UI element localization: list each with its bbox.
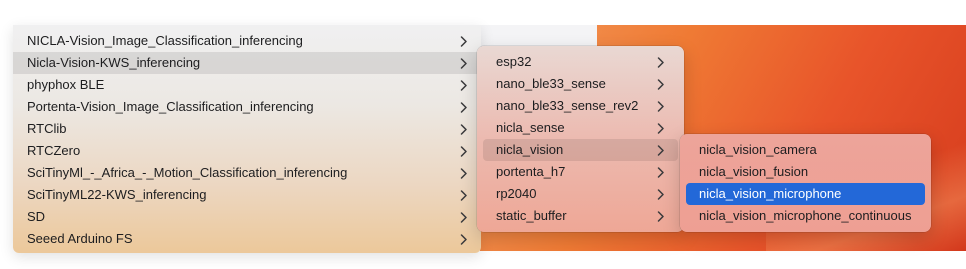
- menu-item[interactable]: NICLA-Vision_Image_Classification_infere…: [13, 30, 481, 52]
- chevron-right-icon: [657, 117, 664, 139]
- menu-item-label: nicla_vision_camera: [699, 142, 817, 157]
- menu-item-label: portenta_h7: [496, 164, 566, 179]
- menu-item-label: nicla_vision_fusion: [699, 164, 809, 179]
- example-submenu: nicla_vision_camera nicla_vision_fusion …: [680, 134, 931, 232]
- chevron-right-icon: [460, 162, 467, 184]
- chevron-right-icon: [657, 205, 664, 227]
- chevron-right-icon: [657, 73, 664, 95]
- chevron-right-icon: [657, 95, 664, 117]
- menu-item-label: nano_ble33_sense_rev2: [496, 98, 639, 113]
- chevron-right-icon: [460, 74, 467, 96]
- menu-item-label: SciTinyML22-KWS_inferencing: [27, 187, 207, 202]
- menu-item-label: Nicla-Vision-KWS_inferencing: [27, 55, 201, 70]
- menu-item-nicla-vision-microphone[interactable]: nicla_vision_microphone: [686, 183, 925, 205]
- chevron-right-icon: [657, 139, 664, 161]
- chevron-right-icon: [657, 51, 664, 73]
- menu-item-label: nicla_vision_microphone: [699, 186, 842, 201]
- menu-item[interactable]: static_buffer: [483, 205, 678, 227]
- menu-item[interactable]: phyphox BLE: [13, 74, 481, 96]
- menu-item-nicla-vision-kws[interactable]: Nicla-Vision-KWS_inferencing: [13, 52, 481, 74]
- menu-item[interactable]: esp32: [483, 51, 678, 73]
- chevron-right-icon: [460, 96, 467, 118]
- menu-item-label: Seeed Arduino FS: [27, 231, 133, 246]
- board-submenu: esp32 nano_ble33_sense nano_ble33_sense_…: [477, 46, 684, 232]
- menu-item-label: RTCZero: [27, 143, 81, 158]
- menu-item-label: esp32: [496, 54, 532, 69]
- menu-item-label: nicla_sense: [496, 120, 565, 135]
- menu-item[interactable]: Portenta-Vision_Image_Classification_inf…: [13, 96, 481, 118]
- menu-item[interactable]: nano_ble33_sense: [483, 73, 678, 95]
- menu-item-label: rp2040: [496, 186, 537, 201]
- menu-item-label: Portenta-Vision_Image_Classification_inf…: [27, 99, 314, 114]
- examples-library-menu: NICLA-Vision_Image_Classification_infere…: [13, 25, 481, 253]
- menu-item-label: nano_ble33_sense: [496, 76, 606, 91]
- chevron-right-icon: [460, 30, 467, 52]
- menu-item[interactable]: SD: [13, 206, 481, 228]
- menu-item[interactable]: rp2040: [483, 183, 678, 205]
- chevron-right-icon: [460, 184, 467, 206]
- menu-item-label: SciTinyMl_-_Africa_-_Motion_Classificati…: [27, 165, 348, 180]
- chevron-right-icon: [460, 140, 467, 162]
- menu-item[interactable]: nano_ble33_sense_rev2: [483, 95, 678, 117]
- menu-item-label: RTClib: [27, 121, 67, 136]
- menu-item-label: static_buffer: [496, 208, 567, 223]
- chevron-right-icon: [657, 161, 664, 183]
- menu-item-nicla-vision-camera[interactable]: nicla_vision_camera: [686, 139, 925, 161]
- menu-item-nicla-vision-fusion[interactable]: nicla_vision_fusion: [686, 161, 925, 183]
- menu-item[interactable]: portenta_h7: [483, 161, 678, 183]
- chevron-right-icon: [460, 118, 467, 140]
- menu-item-label: nicla_vision_microphone_continuous: [699, 208, 912, 223]
- chevron-right-icon: [460, 228, 467, 250]
- menu-item-label: nicla_vision: [496, 142, 564, 157]
- menu-item-nicla-vision[interactable]: nicla_vision: [483, 139, 678, 161]
- chevron-right-icon: [460, 52, 467, 74]
- menu-item-label: phyphox BLE: [27, 77, 105, 92]
- chevron-right-icon: [657, 183, 664, 205]
- menu-item-label: NICLA-Vision_Image_Classification_infere…: [27, 33, 303, 48]
- menu-item[interactable]: RTCZero: [13, 140, 481, 162]
- menu-item[interactable]: nicla_sense: [483, 117, 678, 139]
- menu-item[interactable]: SciTinyML22-KWS_inferencing: [13, 184, 481, 206]
- menu-item[interactable]: RTClib: [13, 118, 481, 140]
- menu-item[interactable]: Seeed Arduino FS: [13, 228, 481, 250]
- menu-item-nicla-vision-microphone-continuous[interactable]: nicla_vision_microphone_continuous: [686, 205, 925, 227]
- chevron-right-icon: [460, 206, 467, 228]
- menu-item-label: SD: [27, 209, 46, 224]
- menu-item[interactable]: SciTinyMl_-_Africa_-_Motion_Classificati…: [13, 162, 481, 184]
